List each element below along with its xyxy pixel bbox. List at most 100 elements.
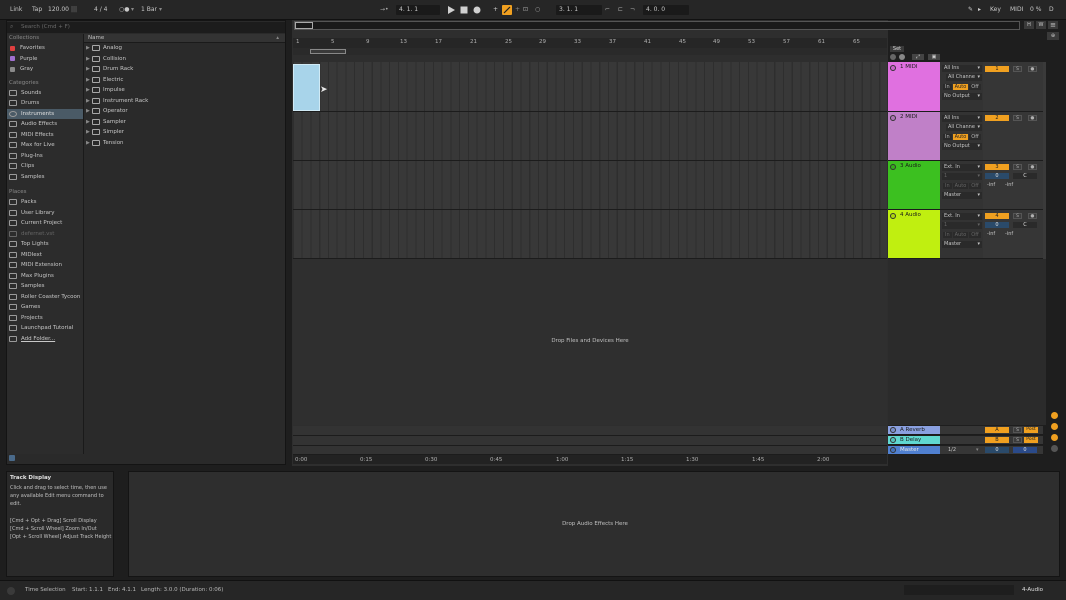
session-record-icon[interactable]: ⊡	[523, 5, 528, 15]
audio-from-select[interactable]: Ext. In ▾	[942, 164, 982, 171]
follow-icon[interactable]: →•	[380, 5, 389, 15]
track-header-4[interactable]: 4 Audio	[888, 210, 940, 259]
midi-channel-select[interactable]: All Channe ▾	[946, 74, 982, 81]
category-item-audio-effects[interactable]: Audio Effects	[7, 119, 83, 130]
arrangement-w-button[interactable]: W	[1036, 21, 1046, 29]
place-item-roller-coaster-tycoon[interactable]: Roller Coaster Tycoon	[7, 292, 83, 303]
loop-icon[interactable]: ○	[535, 5, 540, 15]
name-column-header[interactable]: Name ▴	[84, 34, 285, 43]
punch-in-icon[interactable]: ⌐	[605, 5, 610, 15]
midi-channel-select[interactable]: All Channe ▾	[946, 124, 982, 131]
audio-from-select[interactable]: Ext. In ▾	[942, 213, 982, 220]
arm-button[interactable]: ●	[1028, 213, 1037, 219]
track-activator-button[interactable]: 3	[985, 164, 1009, 170]
record-icon[interactable]	[472, 5, 482, 15]
post-button[interactable]: Post	[1024, 427, 1038, 433]
place-item-projects[interactable]: Projects	[7, 313, 83, 324]
track-name[interactable]: 3 Audio	[900, 163, 921, 169]
track-name[interactable]: B Delay	[900, 437, 921, 443]
quantize-select[interactable]: 1 Bar	[141, 5, 157, 15]
monitor-auto-button[interactable]: Auto	[952, 134, 969, 140]
midi-from-select[interactable]: All Ins ▾	[942, 65, 982, 72]
arm-button[interactable]: ●	[1028, 115, 1037, 121]
track-activator-icon[interactable]	[890, 115, 896, 121]
solo-button[interactable]: S	[1013, 115, 1022, 121]
monitor-auto-button[interactable]: Auto	[952, 232, 969, 238]
link-button[interactable]: Link	[10, 5, 22, 15]
selected-track-label[interactable]: 4-Audio	[1022, 587, 1043, 593]
browser-item-collision[interactable]: ▶ Collision	[84, 54, 285, 65]
monitor-auto-button[interactable]: Auto	[952, 183, 969, 189]
place-item-max-plugins[interactable]: Max Plugins	[7, 271, 83, 282]
track-name[interactable]: Master	[900, 447, 919, 453]
browser-item-electric[interactable]: ▶ Electric	[84, 75, 285, 86]
monitor-in-button[interactable]: In	[943, 134, 952, 140]
track-lane-3[interactable]	[293, 161, 887, 210]
browser-item-drum-rack[interactable]: ▶ Drum Rack	[84, 64, 285, 75]
selected-clip[interactable]	[293, 64, 320, 111]
solo-button[interactable]: S	[1013, 66, 1022, 72]
draw-mode-icon[interactable]: ✎	[968, 5, 973, 15]
track-lane-4[interactable]	[293, 210, 887, 259]
set-button[interactable]: Set	[890, 46, 904, 52]
track-activator-icon[interactable]	[890, 213, 896, 219]
category-item-drums[interactable]: Drums	[7, 98, 83, 109]
return-activator-button[interactable]: A	[985, 427, 1009, 433]
place-item-launchpad-tutorial[interactable]: Launchpad Tutorial	[7, 323, 83, 334]
track-scrollbar[interactable]	[1043, 62, 1046, 259]
input-channel-select[interactable]: 1 ▾	[942, 173, 982, 180]
audio-to-select[interactable]: Master ▾	[942, 241, 982, 248]
pan-field[interactable]: C	[1013, 173, 1037, 179]
browser-search-input[interactable]: Search (Cmd + F)	[7, 22, 285, 33]
arm-button[interactable]: ●	[1028, 164, 1037, 170]
browser-item-simpler[interactable]: ▶ Simpler	[84, 127, 285, 138]
monitor-off-button[interactable]: Off	[969, 134, 981, 140]
loop-brace[interactable]	[310, 49, 346, 54]
time-ruler[interactable]: 0:00 0:15 0:30 0:45 1:00 1:15 1:30 1:45 …	[293, 455, 887, 464]
sends-toggle-icon[interactable]	[1051, 423, 1058, 430]
collection-item-purple[interactable]: Purple	[7, 54, 83, 65]
browser-item-impulse[interactable]: ▶ Impulse	[84, 85, 285, 96]
browser-item-operator[interactable]: ▶ Operator	[84, 106, 285, 117]
arrangement-menu-icon[interactable]: ≡	[1048, 21, 1058, 29]
return-lane-a[interactable]	[293, 426, 887, 436]
midi-to-select[interactable]: No Output ▾	[942, 143, 982, 150]
category-item-midi-effects[interactable]: MIDI Effects	[7, 130, 83, 141]
info-toggle-icon[interactable]	[7, 587, 15, 595]
returns-toggle-icon[interactable]	[1051, 434, 1058, 441]
stop-icon[interactable]	[459, 5, 469, 15]
pan-field[interactable]: C	[1013, 222, 1037, 228]
browser-item-instrument-rack[interactable]: ▶ Instrument Rack	[84, 96, 285, 107]
input-channel-select[interactable]: 1 ▾	[942, 222, 982, 229]
track-header-1[interactable]: 1 MIDI	[888, 62, 940, 112]
arrangement-more-button[interactable]: ⊕	[1047, 32, 1059, 40]
loop-bar[interactable]	[293, 48, 887, 55]
monitor-in-button[interactable]: In	[943, 232, 952, 238]
cue-out-select[interactable]: 1/2	[948, 447, 956, 453]
track-activator-icon[interactable]	[890, 447, 896, 453]
category-item-max-for-live[interactable]: Max for Live	[7, 140, 83, 151]
monitor-off-button[interactable]: Off	[969, 183, 981, 189]
loop-switch-icon[interactable]: ⊏	[618, 5, 623, 15]
place-item-current-project[interactable]: Current Project	[7, 218, 83, 229]
place-item-samples[interactable]: Samples	[7, 281, 83, 292]
master-volume-field[interactable]: 0	[985, 447, 1009, 453]
metronome-icon[interactable]: ○●	[119, 5, 129, 15]
solo-button[interactable]: S	[1013, 213, 1022, 219]
nudge-icon[interactable]: |||	[71, 5, 77, 15]
track-lane-1[interactable]	[293, 62, 887, 112]
monitor-auto-button[interactable]: Auto	[952, 84, 969, 90]
track-lane-2[interactable]	[293, 112, 887, 161]
master-pan-field[interactable]: 0	[1013, 447, 1037, 453]
place-item-packs[interactable]: Packs	[7, 197, 83, 208]
master-lane[interactable]	[293, 446, 887, 455]
track-activator-icon[interactable]	[890, 437, 896, 443]
browser-item-sampler[interactable]: ▶ Sampler	[84, 117, 285, 128]
place-item-top-lights[interactable]: Top Lights	[7, 239, 83, 250]
arm-button[interactable]: ●	[1028, 66, 1037, 72]
mixer-toggle-icon[interactable]	[1051, 445, 1058, 452]
place-item-user-library[interactable]: User Library	[7, 208, 83, 219]
track-activator-icon[interactable]	[890, 65, 896, 71]
add-folder-button[interactable]: Add Folder...	[7, 334, 83, 345]
return-activator-button[interactable]: B	[985, 437, 1009, 443]
